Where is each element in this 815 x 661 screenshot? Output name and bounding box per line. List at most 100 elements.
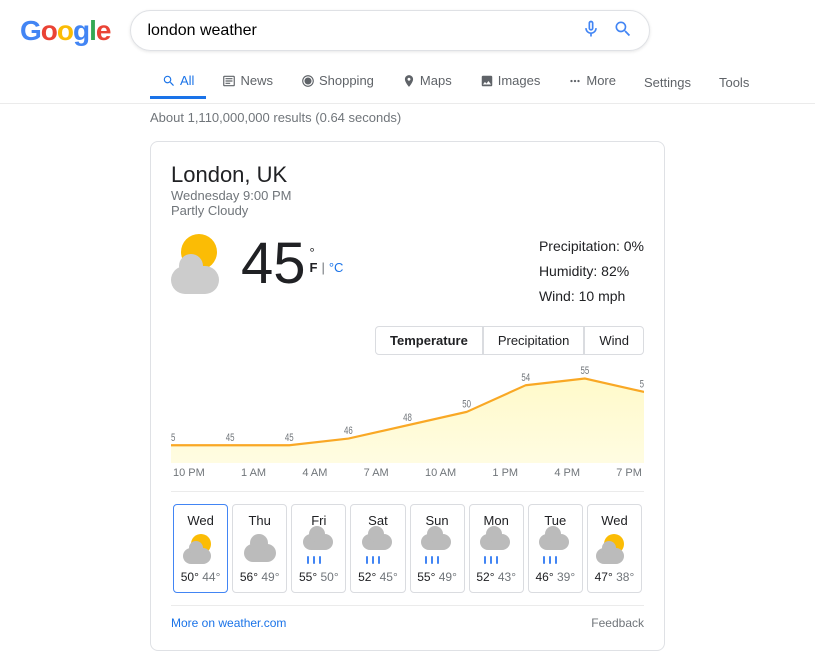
search-icon[interactable]: [613, 19, 633, 42]
feedback-link[interactable]: Feedback: [591, 616, 644, 630]
forecast-day-sun[interactable]: Sun 55° 49°: [410, 504, 465, 593]
forecast-temp-5: 52° 43°: [476, 570, 516, 584]
logo-e: e: [96, 15, 111, 46]
weather-main: 45 ° F | °C Precipitation: 0% Humidity: …: [171, 234, 644, 310]
time-label-6: 4 PM: [554, 467, 580, 479]
chart-label-6: 54: [521, 371, 530, 384]
forecast-day-name-6: Tue: [544, 513, 566, 528]
weather-condition-icon: [171, 234, 231, 294]
forecast-day-name-1: Thu: [248, 513, 270, 528]
weather-temperature: 45: [241, 235, 306, 293]
tab-wind[interactable]: Wind: [584, 326, 644, 355]
wind-info: Wind: 10 mph: [539, 284, 644, 309]
forecast-temp-6: 46° 39°: [535, 570, 575, 584]
time-label-0: 10 PM: [173, 467, 205, 479]
logo-o2: o: [57, 15, 73, 46]
chart-label-1: 45: [226, 431, 235, 444]
weather-source-link[interactable]: More on weather.com: [171, 616, 286, 630]
forecast-day-thu[interactable]: Thu 56° 49°: [232, 504, 287, 593]
forecast-day-mon[interactable]: Mon 52° 43°: [469, 504, 524, 593]
forecast-icon-1: [242, 534, 278, 564]
forecast-day-wed2[interactable]: Wed 47° 38°: [587, 504, 642, 593]
forecast-day-wed[interactable]: Wed 50° 44°: [173, 504, 228, 593]
card-footer: More on weather.com Feedback: [171, 605, 644, 630]
forecast-temp-0: 50° 44°: [181, 570, 221, 584]
time-label-1: 1 AM: [241, 467, 266, 479]
unit-fahrenheit[interactable]: F: [310, 260, 318, 275]
google-logo: Google: [20, 15, 110, 47]
chart-label-4: 48: [403, 411, 412, 424]
tab-precipitation[interactable]: Precipitation: [483, 326, 585, 355]
weather-card: London, UK Wednesday 9:00 PM Partly Clou…: [150, 141, 665, 651]
forecast-icon-6: [537, 534, 573, 564]
time-label-7: 7 PM: [616, 467, 642, 479]
nav-item-more[interactable]: More: [556, 65, 628, 99]
search-bar[interactable]: [130, 10, 650, 51]
cloud-icon: [171, 266, 219, 294]
mic-icon[interactable]: [581, 19, 601, 42]
chart-tabs: Temperature Precipitation Wind: [171, 326, 644, 355]
nav-item-tools[interactable]: Tools: [707, 67, 761, 98]
header: Google: [0, 0, 815, 61]
forecast-icon-2: [301, 534, 337, 564]
weather-datetime: Wednesday 9:00 PM: [171, 188, 644, 203]
weather-icon-temp: 45 ° F | °C: [171, 234, 343, 294]
logo-o1: o: [41, 15, 57, 46]
time-label-2: 4 AM: [302, 467, 327, 479]
nav-shopping-label: Shopping: [319, 73, 374, 88]
logo-l: l: [89, 15, 96, 46]
chart-label-2: 45: [285, 431, 294, 444]
nav-images-label: Images: [498, 73, 541, 88]
forecast-row: Wed 50° 44° Thu 56° 49°: [171, 491, 644, 593]
results-count: About 1,110,000,000 results (0.64 second…: [0, 104, 815, 131]
weather-condition: Partly Cloudy: [171, 203, 644, 218]
forecast-day-name-7: Wed: [601, 513, 628, 528]
search-input[interactable]: [147, 22, 581, 40]
chart-label-5: 50: [462, 398, 471, 411]
forecast-day-fri[interactable]: Fri 55° 50°: [291, 504, 346, 593]
forecast-temp-4: 55° 49°: [417, 570, 457, 584]
chart-svg: 45 45 45 46 48 50 54 55 53: [171, 363, 644, 463]
nav-item-images[interactable]: Images: [468, 65, 553, 99]
forecast-day-sat[interactable]: Sat 52° 45°: [350, 504, 405, 593]
nav-item-news[interactable]: News: [210, 65, 285, 99]
chart-label-7: 55: [580, 364, 589, 377]
forecast-temp-3: 52° 45°: [358, 570, 398, 584]
nav-item-all[interactable]: All: [150, 65, 206, 99]
chart-label-0: 45: [171, 431, 175, 444]
forecast-day-tue[interactable]: Tue 46° 39°: [528, 504, 583, 593]
logo-g2: g: [73, 15, 89, 46]
nav-item-shopping[interactable]: Shopping: [289, 65, 386, 99]
nav-all-label: All: [180, 73, 194, 88]
nav-item-settings[interactable]: Settings: [632, 67, 703, 98]
degree-symbol: °: [310, 245, 344, 260]
unit-separator: |: [321, 260, 324, 275]
nav-settings: Settings Tools: [632, 67, 761, 98]
time-labels: 10 PM 1 AM 4 AM 7 AM 10 AM 1 PM 4 PM 7 P…: [171, 467, 644, 479]
forecast-icon-3: [360, 534, 396, 564]
nav-item-maps[interactable]: Maps: [390, 65, 464, 99]
precipitation-info: Precipitation: 0%: [539, 234, 644, 259]
tab-temperature[interactable]: Temperature: [375, 326, 483, 355]
nav-maps-label: Maps: [420, 73, 452, 88]
nav-bar: All News Shopping Maps Images More Setti…: [0, 61, 815, 104]
forecast-icon-4: [419, 534, 455, 564]
forecast-temp-7: 47° 38°: [595, 570, 635, 584]
forecast-temp-1: 56° 49°: [240, 570, 280, 584]
forecast-day-name-0: Wed: [187, 513, 214, 528]
time-label-3: 7 AM: [364, 467, 389, 479]
temperature-chart: 45 45 45 46 48 50 54 55 53: [171, 363, 644, 463]
humidity-info: Humidity: 82%: [539, 259, 644, 284]
forecast-icon-0: [183, 534, 219, 564]
weather-city: London, UK: [171, 162, 644, 188]
temp-unit-selector: ° F | °C: [310, 245, 344, 275]
logo-g: G: [20, 15, 41, 46]
unit-celsius[interactable]: °C: [329, 260, 344, 275]
forecast-temp-2: 55° 50°: [299, 570, 339, 584]
chart-label-8: 53: [640, 378, 644, 391]
nav-news-label: News: [240, 73, 273, 88]
weather-header: London, UK Wednesday 9:00 PM Partly Clou…: [171, 162, 644, 218]
nav-settings-label: Settings: [644, 75, 691, 90]
forecast-icon-5: [478, 534, 514, 564]
chart-label-3: 46: [344, 424, 353, 437]
